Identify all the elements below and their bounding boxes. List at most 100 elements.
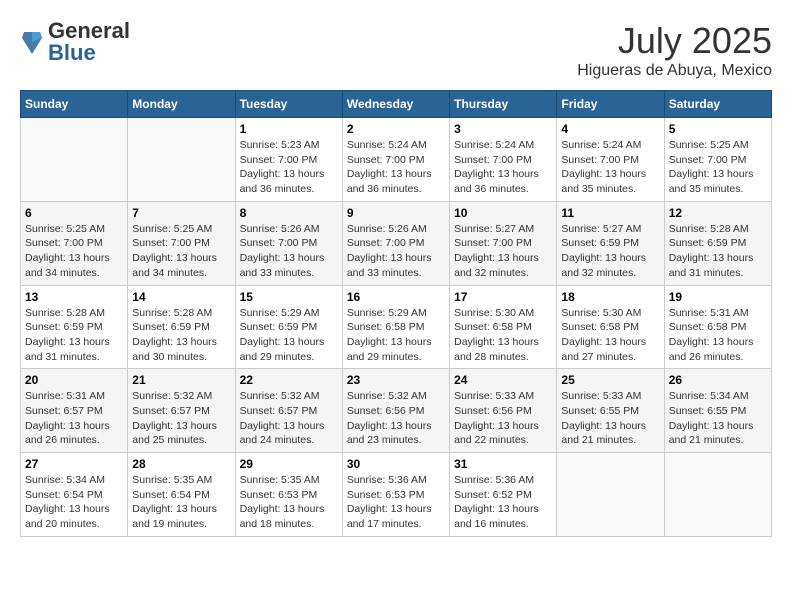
day-info: Sunrise: 5:24 AM Sunset: 7:00 PM Dayligh… [561, 138, 659, 197]
day-number: 4 [561, 122, 659, 136]
logo-blue-text: Blue [48, 40, 96, 65]
title-block: July 2025 Higueras de Abuya, Mexico [577, 20, 772, 80]
day-number: 25 [561, 373, 659, 387]
day-info: Sunrise: 5:25 AM Sunset: 7:00 PM Dayligh… [25, 222, 123, 281]
day-number: 7 [132, 206, 230, 220]
calendar-cell: 23 Sunrise: 5:32 AM Sunset: 6:56 PM Dayli… [342, 369, 449, 453]
day-number: 23 [347, 373, 445, 387]
calendar-cell [664, 453, 771, 537]
day-info: Sunrise: 5:33 AM Sunset: 6:56 PM Dayligh… [454, 389, 552, 448]
calendar-cell: 3 Sunrise: 5:24 AM Sunset: 7:00 PM Daylig… [450, 118, 557, 202]
day-number: 24 [454, 373, 552, 387]
logo-icon [20, 28, 44, 56]
day-info: Sunrise: 5:28 AM Sunset: 6:59 PM Dayligh… [132, 306, 230, 365]
day-info: Sunrise: 5:28 AM Sunset: 6:59 PM Dayligh… [25, 306, 123, 365]
day-number: 22 [240, 373, 338, 387]
day-info: Sunrise: 5:29 AM Sunset: 6:58 PM Dayligh… [347, 306, 445, 365]
calendar-cell: 31 Sunrise: 5:36 AM Sunset: 6:52 PM Dayli… [450, 453, 557, 537]
day-number: 17 [454, 290, 552, 304]
day-info: Sunrise: 5:26 AM Sunset: 7:00 PM Dayligh… [240, 222, 338, 281]
day-number: 11 [561, 206, 659, 220]
calendar-table: SundayMondayTuesdayWednesdayThursdayFrid… [20, 90, 772, 537]
day-number: 27 [25, 457, 123, 471]
day-number: 10 [454, 206, 552, 220]
calendar-cell: 13 Sunrise: 5:28 AM Sunset: 6:59 PM Dayli… [21, 285, 128, 369]
day-info: Sunrise: 5:32 AM Sunset: 6:57 PM Dayligh… [240, 389, 338, 448]
day-info: Sunrise: 5:29 AM Sunset: 6:59 PM Dayligh… [240, 306, 338, 365]
calendar-cell: 30 Sunrise: 5:36 AM Sunset: 6:53 PM Dayli… [342, 453, 449, 537]
calendar-cell [557, 453, 664, 537]
calendar-cell: 8 Sunrise: 5:26 AM Sunset: 7:00 PM Daylig… [235, 201, 342, 285]
calendar-cell: 21Sunrise: 5:32 AM Sunset: 6:57 PM Dayli… [128, 369, 235, 453]
day-number: 5 [669, 122, 767, 136]
calendar-cell: 5 Sunrise: 5:25 AM Sunset: 7:00 PM Daylig… [664, 118, 771, 202]
day-info: Sunrise: 5:28 AM Sunset: 6:59 PM Dayligh… [669, 222, 767, 281]
day-number: 26 [669, 373, 767, 387]
calendar-cell: 2 Sunrise: 5:24 AM Sunset: 7:00 PM Daylig… [342, 118, 449, 202]
day-info: Sunrise: 5:24 AM Sunset: 7:00 PM Dayligh… [454, 138, 552, 197]
day-number: 16 [347, 290, 445, 304]
calendar-cell: 4 Sunrise: 5:24 AM Sunset: 7:00 PM Daylig… [557, 118, 664, 202]
day-info: Sunrise: 5:24 AM Sunset: 7:00 PM Dayligh… [347, 138, 445, 197]
day-number: 31 [454, 457, 552, 471]
day-number: 19 [669, 290, 767, 304]
day-info: Sunrise: 5:25 AM Sunset: 7:00 PM Dayligh… [669, 138, 767, 197]
day-info: Sunrise: 5:35 AM Sunset: 6:53 PM Dayligh… [240, 473, 338, 532]
calendar-cell: 6 Sunrise: 5:25 AM Sunset: 7:00 PM Daylig… [21, 201, 128, 285]
calendar-cell: 29 Sunrise: 5:35 AM Sunset: 6:53 PM Dayli… [235, 453, 342, 537]
day-info: Sunrise: 5:36 AM Sunset: 6:53 PM Dayligh… [347, 473, 445, 532]
day-info: Sunrise: 5:32 AM Sunset: 6:56 PM Dayligh… [347, 389, 445, 448]
calendar-week-row: 6 Sunrise: 5:25 AM Sunset: 7:00 PM Daylig… [21, 201, 772, 285]
day-info: Sunrise: 5:34 AM Sunset: 6:55 PM Dayligh… [669, 389, 767, 448]
calendar-cell: 17 Sunrise: 5:30 AM Sunset: 6:58 PM Dayli… [450, 285, 557, 369]
calendar-cell [128, 118, 235, 202]
page-header: General Blue July 2025 Higueras de Abuya… [20, 20, 772, 80]
calendar-week-row: 13 Sunrise: 5:28 AM Sunset: 6:59 PM Dayli… [21, 285, 772, 369]
weekday-header: Friday [557, 91, 664, 118]
day-number: 12 [669, 206, 767, 220]
weekday-header: Monday [128, 91, 235, 118]
day-info: Sunrise: 5:26 AM Sunset: 7:00 PM Dayligh… [347, 222, 445, 281]
day-info: Sunrise: 5:36 AM Sunset: 6:52 PM Dayligh… [454, 473, 552, 532]
day-info: Sunrise: 5:25 AM Sunset: 7:00 PM Dayligh… [132, 222, 230, 281]
month-title: July 2025 [577, 20, 772, 62]
day-number: 28 [132, 457, 230, 471]
calendar-cell: 16 Sunrise: 5:29 AM Sunset: 6:58 PM Dayli… [342, 285, 449, 369]
day-number: 1 [240, 122, 338, 136]
calendar-cell: 18Sunrise: 5:30 AM Sunset: 6:58 PM Dayli… [557, 285, 664, 369]
weekday-header: Sunday [21, 91, 128, 118]
day-info: Sunrise: 5:33 AM Sunset: 6:55 PM Dayligh… [561, 389, 659, 448]
day-info: Sunrise: 5:31 AM Sunset: 6:58 PM Dayligh… [669, 306, 767, 365]
calendar-week-row: 20Sunrise: 5:31 AM Sunset: 6:57 PM Dayli… [21, 369, 772, 453]
day-number: 2 [347, 122, 445, 136]
day-number: 20 [25, 373, 123, 387]
day-info: Sunrise: 5:35 AM Sunset: 6:54 PM Dayligh… [132, 473, 230, 532]
day-number: 9 [347, 206, 445, 220]
day-number: 3 [454, 122, 552, 136]
calendar-cell: 27 Sunrise: 5:34 AM Sunset: 6:54 PM Dayli… [21, 453, 128, 537]
calendar-cell: 26 Sunrise: 5:34 AM Sunset: 6:55 PM Dayli… [664, 369, 771, 453]
day-number: 30 [347, 457, 445, 471]
day-number: 6 [25, 206, 123, 220]
day-info: Sunrise: 5:34 AM Sunset: 6:54 PM Dayligh… [25, 473, 123, 532]
calendar-cell: 10 Sunrise: 5:27 AM Sunset: 7:00 PM Dayli… [450, 201, 557, 285]
day-number: 8 [240, 206, 338, 220]
calendar-week-row: 1Sunrise: 5:23 AM Sunset: 7:00 PM Daylig… [21, 118, 772, 202]
logo: General Blue [20, 20, 130, 64]
calendar-cell: 1Sunrise: 5:23 AM Sunset: 7:00 PM Daylig… [235, 118, 342, 202]
weekday-header: Saturday [664, 91, 771, 118]
day-number: 29 [240, 457, 338, 471]
calendar-cell: 22 Sunrise: 5:32 AM Sunset: 6:57 PM Dayli… [235, 369, 342, 453]
weekday-header: Wednesday [342, 91, 449, 118]
weekday-header-row: SundayMondayTuesdayWednesdayThursdayFrid… [21, 91, 772, 118]
calendar-cell: 11Sunrise: 5:27 AM Sunset: 6:59 PM Dayli… [557, 201, 664, 285]
calendar-cell [21, 118, 128, 202]
day-number: 13 [25, 290, 123, 304]
day-info: Sunrise: 5:32 AM Sunset: 6:57 PM Dayligh… [132, 389, 230, 448]
weekday-header: Thursday [450, 91, 557, 118]
day-info: Sunrise: 5:30 AM Sunset: 6:58 PM Dayligh… [454, 306, 552, 365]
day-info: Sunrise: 5:27 AM Sunset: 7:00 PM Dayligh… [454, 222, 552, 281]
calendar-cell: 12 Sunrise: 5:28 AM Sunset: 6:59 PM Dayli… [664, 201, 771, 285]
location: Higueras de Abuya, Mexico [577, 62, 772, 80]
day-number: 14 [132, 290, 230, 304]
